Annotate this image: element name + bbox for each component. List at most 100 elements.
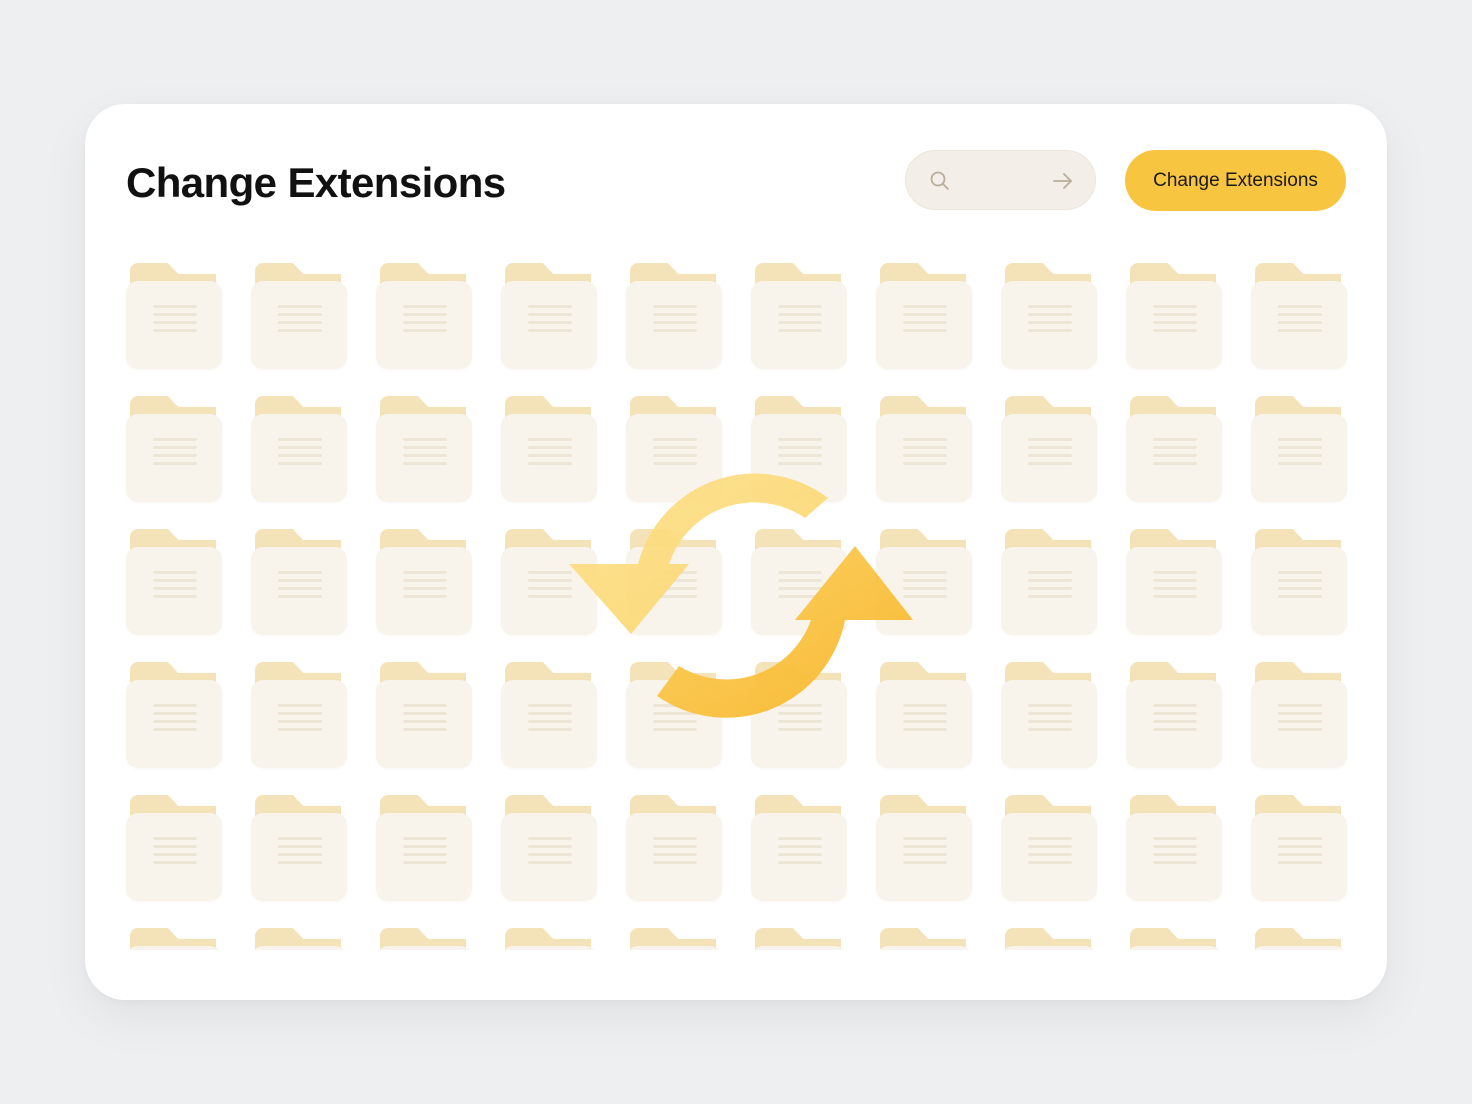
folder-line xyxy=(278,438,322,441)
folder-icon[interactable] xyxy=(501,795,597,903)
folder-icon[interactable] xyxy=(626,263,722,371)
folder-line xyxy=(1153,704,1197,707)
folder-icon[interactable] xyxy=(1001,795,1097,903)
folder-icon[interactable] xyxy=(376,396,472,504)
folder-line xyxy=(153,579,197,582)
folder-line xyxy=(1028,454,1072,457)
folder-body xyxy=(376,414,472,502)
arrow-right-icon[interactable] xyxy=(1051,169,1075,193)
folder-line xyxy=(903,321,947,324)
folder-line xyxy=(153,853,197,856)
folder-body xyxy=(126,680,222,768)
folder-icon[interactable] xyxy=(626,529,722,637)
folder-icon[interactable] xyxy=(251,795,347,903)
folder-line xyxy=(778,329,822,332)
folder-icon[interactable] xyxy=(501,529,597,637)
folder-icon[interactable] xyxy=(251,662,347,770)
folder-icon[interactable] xyxy=(876,662,972,770)
folder-icon[interactable] xyxy=(126,529,222,637)
folder-line xyxy=(1153,305,1197,308)
folder-line xyxy=(528,305,572,308)
folder-icon[interactable] xyxy=(1126,795,1222,903)
folder-icon[interactable] xyxy=(626,396,722,504)
folder-icon[interactable] xyxy=(501,662,597,770)
folder-line xyxy=(778,571,822,574)
folder-icon[interactable] xyxy=(376,662,472,770)
folder-line xyxy=(278,313,322,316)
folder-icon[interactable] xyxy=(1126,662,1222,770)
folder-icon[interactable] xyxy=(1251,795,1347,903)
folder-icon[interactable] xyxy=(626,795,722,903)
search-input[interactable] xyxy=(961,164,1045,198)
folder-icon[interactable] xyxy=(1126,529,1222,637)
folder-icon[interactable] xyxy=(1251,662,1347,770)
folder-icon[interactable] xyxy=(1126,263,1222,371)
folder-line xyxy=(153,462,197,465)
folder-icon[interactable] xyxy=(501,396,597,504)
folder-line xyxy=(153,712,197,715)
folder-icon[interactable] xyxy=(376,928,472,950)
folder-icon[interactable] xyxy=(126,795,222,903)
folder-icon[interactable] xyxy=(376,795,472,903)
folder-icon[interactable] xyxy=(251,928,347,950)
folder-icon[interactable] xyxy=(251,529,347,637)
folder-icon[interactable] xyxy=(251,263,347,371)
folder-body xyxy=(1126,680,1222,768)
folder-line xyxy=(1028,579,1072,582)
folder-icon[interactable] xyxy=(376,529,472,637)
folder-icon[interactable] xyxy=(126,263,222,371)
folder-line xyxy=(1153,579,1197,582)
folder-body xyxy=(501,813,597,901)
folder-icon[interactable] xyxy=(1126,396,1222,504)
folder-icon[interactable] xyxy=(1126,928,1222,950)
folder-icon[interactable] xyxy=(501,263,597,371)
folder-line xyxy=(778,595,822,598)
folder-icon[interactable] xyxy=(1001,396,1097,504)
folder-icon[interactable] xyxy=(751,263,847,371)
folder-icon[interactable] xyxy=(501,928,597,950)
search-bar[interactable] xyxy=(905,150,1096,210)
folder-icon[interactable] xyxy=(126,396,222,504)
folder-icon[interactable] xyxy=(251,396,347,504)
folder-icon[interactable] xyxy=(751,396,847,504)
folder-icon[interactable] xyxy=(1001,529,1097,637)
folder-line xyxy=(1153,438,1197,441)
folder-line xyxy=(778,837,822,840)
folder-line xyxy=(278,329,322,332)
folder-icon[interactable] xyxy=(876,795,972,903)
folder-icon[interactable] xyxy=(1001,263,1097,371)
folder-icon[interactable] xyxy=(126,662,222,770)
folder-icon[interactable] xyxy=(876,263,972,371)
folder-icon[interactable] xyxy=(876,396,972,504)
folder-icon[interactable] xyxy=(751,529,847,637)
folder-line xyxy=(403,454,447,457)
folder-grid xyxy=(85,104,1387,950)
folder-icon[interactable] xyxy=(1251,928,1347,950)
folder-icon[interactable] xyxy=(876,928,972,950)
folder-icon[interactable] xyxy=(1251,529,1347,637)
folder-icon[interactable] xyxy=(626,662,722,770)
folder-icon[interactable] xyxy=(876,529,972,637)
folder-line xyxy=(1153,720,1197,723)
folder-icon[interactable] xyxy=(751,928,847,950)
folder-icon[interactable] xyxy=(1001,928,1097,950)
folder-icon[interactable] xyxy=(1251,263,1347,371)
folder-line xyxy=(653,845,697,848)
folder-line xyxy=(1153,861,1197,864)
folder-icon[interactable] xyxy=(1251,396,1347,504)
folder-icon[interactable] xyxy=(751,662,847,770)
folder-line xyxy=(653,438,697,441)
folder-icon[interactable] xyxy=(1001,662,1097,770)
folder-line xyxy=(528,712,572,715)
folder-line xyxy=(403,305,447,308)
folder-icon[interactable] xyxy=(626,928,722,950)
folder-icon[interactable] xyxy=(126,928,222,950)
change-extensions-button[interactable]: Change Extensions xyxy=(1125,150,1346,211)
folder-body xyxy=(626,414,722,502)
folder-icon[interactable] xyxy=(751,795,847,903)
folder-line xyxy=(1153,587,1197,590)
folder-body xyxy=(751,946,847,950)
folder-line xyxy=(278,595,322,598)
folder-icon[interactable] xyxy=(376,263,472,371)
folder-line xyxy=(903,462,947,465)
